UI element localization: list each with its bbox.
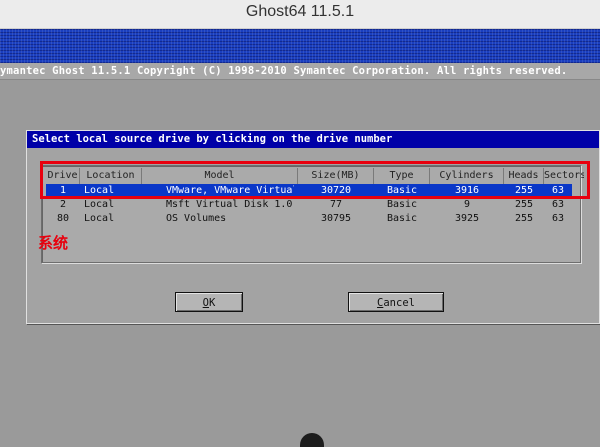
cell-cylinders: 9 [463,199,471,210]
cancel-button[interactable]: Cancel [348,292,444,312]
annotation-label: 系统 [38,234,69,252]
cell-location: Local [84,199,115,210]
column-header-cylinders[interactable]: Cylinders [430,168,504,184]
cell-size: 30795 [320,213,352,224]
cell-model: OS Volumes [166,213,227,224]
select-drive-dialog: Select local source drive by clicking on… [26,130,600,324]
column-header-sectors[interactable]: Sectors [544,168,584,184]
window-titlebar: Ghost64 11.5.1 [0,0,600,29]
cell-heads: 255 [514,213,534,224]
cell-location: Local [84,213,115,224]
cell-size: 30720 [320,185,352,196]
copyright-text: ymantec Ghost 11.5.1 Copyright (C) 1998-… [0,65,568,77]
cell-size: 77 [329,199,343,210]
dialog-title-bar: Select local source drive by clicking on… [27,131,599,148]
cancel-label: ancel [383,297,415,309]
ghost-banner [0,29,600,63]
cell-sectors: 63 [551,185,565,196]
copyright-bar: ymantec Ghost 11.5.1 Copyright (C) 1998-… [0,63,600,80]
cell-model: Msft Virtual Disk 1.0 [166,199,293,210]
column-header-location[interactable]: Location [80,168,142,184]
column-header-type[interactable]: Type [374,168,430,184]
cell-cylinders: 3925 [454,213,480,224]
table-row[interactable]: 1 Local VMware, VMware Virtual S 30720 B… [46,184,572,198]
cell-type: Basic [386,199,418,210]
ok-button[interactable]: OK [175,292,243,312]
cell-heads: 255 [514,199,534,210]
cell-drive: 1 [59,185,67,196]
dialog-title: Select local source drive by clicking on… [32,133,393,145]
cell-type: Basic [386,213,418,224]
column-header-heads[interactable]: Heads [504,168,544,184]
bottom-edge-shape [300,433,324,447]
column-header-size[interactable]: Size(MB) [298,168,374,184]
cell-drive: 2 [59,199,67,210]
cell-cylinders: 3916 [454,185,480,196]
table-row[interactable]: 2 Local Msft Virtual Disk 1.0 77 Basic 9… [46,198,572,212]
cell-model: VMware, VMware Virtual S [166,185,294,196]
cell-sectors: 63 [551,199,565,210]
cell-location: Local [84,185,115,196]
window-title: Ghost64 11.5.1 [245,3,355,20]
ok-label: K [209,297,216,309]
column-header-model[interactable]: Model [142,168,298,184]
drive-table: Drive Location Model Size(MB) Type Cylin… [41,165,584,263]
cell-drive: 80 [56,213,70,224]
table-row[interactable]: 80 Local OS Volumes 30795 Basic 3925 255… [46,212,572,226]
column-header-drive[interactable]: Drive [46,168,80,184]
cell-type: Basic [386,185,418,196]
cell-sectors: 63 [551,213,565,224]
cell-heads: 255 [514,185,534,196]
